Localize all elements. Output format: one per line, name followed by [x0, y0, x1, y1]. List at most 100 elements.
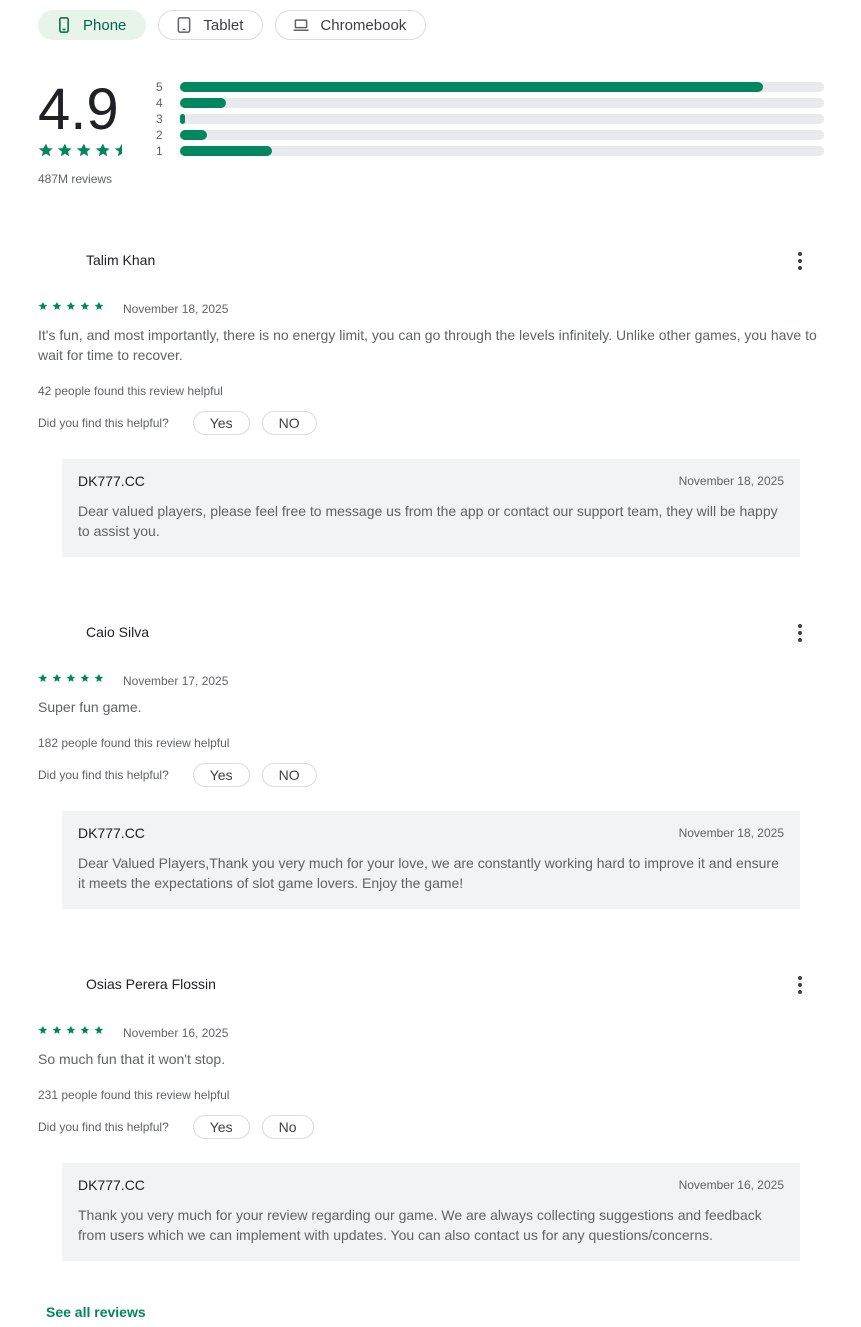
review-author: Osias Perera Flossin	[86, 976, 216, 992]
helpful-prompt-row: Did you find this helpful? Yes No	[38, 1115, 326, 1139]
reply-date: November 16, 2025	[678, 1178, 784, 1192]
review-card: Osias Perera Flossin November 16, 2025 S…	[38, 975, 828, 1265]
star-icon	[80, 302, 90, 310]
review-text: So much fun that it won't stop.	[38, 1051, 226, 1067]
star-icon	[52, 302, 62, 310]
star-icon	[76, 143, 91, 157]
review-date: November 16, 2025	[123, 1026, 229, 1040]
review-text: Super fun game.	[38, 699, 142, 715]
histogram-bar	[180, 98, 227, 108]
histogram-label: 3	[156, 112, 163, 126]
review-date: November 17, 2025	[123, 674, 229, 688]
helpful-yes-button[interactable]: Yes	[192, 411, 250, 435]
phone-icon	[59, 17, 69, 33]
helpful-no-button[interactable]: NO	[261, 763, 317, 787]
rating-histogram: 5 4 3 2 1	[156, 80, 824, 160]
star-icon	[38, 1026, 48, 1034]
helpful-yes-button[interactable]: Yes	[192, 763, 250, 787]
summary-star-rating	[38, 142, 130, 158]
helpful-prompt-row: Did you find this helpful? Yes NO	[38, 411, 329, 435]
reply-text: Dear valued players, please feel free to…	[78, 503, 778, 539]
histogram-track	[180, 98, 824, 108]
histogram-bar	[180, 82, 763, 92]
star-icon	[80, 1026, 90, 1034]
laptop-icon	[293, 19, 309, 31]
review-star-rating	[38, 673, 104, 683]
histogram-bar	[180, 130, 208, 140]
helpful-count: 231 people found this review helpful	[38, 1088, 230, 1102]
developer-name: DK777.CC	[78, 1177, 145, 1193]
review-star-rating	[38, 301, 104, 311]
star-icon	[52, 1026, 62, 1034]
star-icon	[66, 302, 76, 310]
developer-reply: DK777.CC November 18, 2025 Dear Valued P…	[62, 811, 800, 909]
developer-name: DK777.CC	[78, 473, 145, 489]
histogram-label: 1	[156, 144, 163, 158]
developer-reply: DK777.CC November 18, 2025 Dear valued p…	[62, 459, 800, 557]
helpful-prompt: Did you find this helpful?	[38, 1120, 169, 1134]
histogram-track	[180, 82, 824, 92]
developer-reply: DK777.CC November 16, 2025 Thank you ver…	[62, 1163, 800, 1261]
tab-chromebook-label: Chromebook	[320, 16, 407, 34]
star-icon	[114, 143, 122, 157]
helpful-prompt: Did you find this helpful?	[38, 768, 169, 782]
star-icon	[52, 674, 62, 682]
star-icon	[95, 143, 110, 157]
reply-text: Dear Valued Players,Thank you very much …	[78, 855, 779, 891]
more-options-icon[interactable]	[790, 251, 810, 271]
histogram-track	[180, 130, 824, 140]
review-author: Caio Silva	[86, 624, 150, 640]
reply-date: November 18, 2025	[678, 474, 784, 488]
tab-phone[interactable]: Phone	[38, 10, 147, 40]
helpful-no-button[interactable]: No	[261, 1115, 314, 1139]
average-rating: 4.9	[38, 77, 119, 142]
review-card: Talim Khan November 18, 2025 It's fun, a…	[38, 251, 828, 561]
tab-tablet-label: Tablet	[203, 16, 244, 34]
reply-date: November 18, 2025	[678, 826, 784, 840]
histogram-track	[180, 114, 824, 124]
tab-tablet[interactable]: Tablet	[158, 10, 264, 40]
histogram-row-5: 5	[156, 80, 824, 96]
star-icon	[57, 143, 72, 157]
review-date: November 18, 2025	[123, 302, 229, 316]
helpful-prompt-row: Did you find this helpful? Yes NO	[38, 763, 329, 787]
star-icon	[38, 302, 48, 310]
star-icon	[66, 1026, 76, 1034]
star-icon	[38, 674, 48, 682]
reply-text: Thank you very much for your review rega…	[78, 1207, 762, 1243]
histogram-row-2: 2	[156, 128, 824, 144]
device-tabs: Phone Tablet Chromebook	[38, 10, 427, 40]
star-icon	[94, 1026, 104, 1034]
star-icon	[38, 143, 53, 157]
helpful-yes-button[interactable]: Yes	[192, 1115, 250, 1139]
histogram-row-1: 1	[156, 144, 824, 160]
see-all-reviews-link[interactable]: See all reviews	[46, 1304, 146, 1320]
reviews-count: 487M reviews	[38, 172, 113, 186]
review-author: Talim Khan	[86, 252, 156, 268]
more-options-icon[interactable]	[790, 623, 810, 643]
histogram-label: 2	[156, 128, 163, 142]
more-options-icon[interactable]	[790, 975, 810, 995]
histogram-label: 4	[156, 96, 163, 110]
histogram-row-4: 4	[156, 96, 824, 112]
review-card: Caio Silva November 17, 2025 Super fun g…	[38, 623, 828, 913]
tablet-icon	[178, 17, 191, 33]
review-text: It's fun, and most importantly, there is…	[38, 327, 817, 363]
star-icon	[94, 674, 104, 682]
histogram-row-3: 3	[156, 112, 824, 128]
histogram-track	[180, 146, 824, 156]
star-icon	[94, 302, 104, 310]
helpful-prompt: Did you find this helpful?	[38, 416, 169, 430]
review-star-rating	[38, 1025, 104, 1035]
tab-phone-label: Phone	[83, 16, 127, 34]
helpful-count: 42 people found this review helpful	[38, 384, 223, 398]
helpful-count: 182 people found this review helpful	[38, 736, 230, 750]
rating-summary: 4.9 487M reviews 5 4 3 2 1	[38, 74, 824, 194]
helpful-no-button[interactable]: NO	[261, 411, 317, 435]
developer-name: DK777.CC	[78, 825, 145, 841]
star-icon	[80, 674, 90, 682]
tab-chromebook[interactable]: Chromebook	[275, 10, 427, 40]
histogram-label: 5	[156, 80, 163, 94]
star-icon	[66, 674, 76, 682]
histogram-bar	[180, 146, 273, 156]
